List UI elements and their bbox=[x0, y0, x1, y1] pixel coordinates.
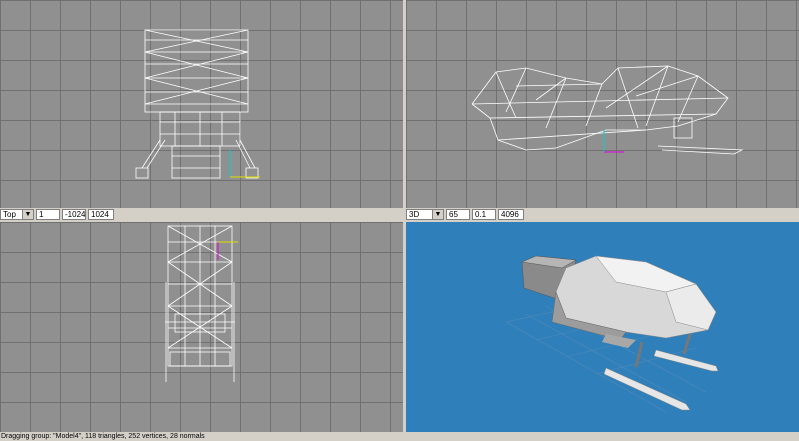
viewport-front[interactable] bbox=[0, 0, 403, 208]
viewport-3d[interactable] bbox=[406, 222, 799, 432]
toolbar-right: 3D ▼ 65 0.1 4096 bbox=[406, 208, 799, 222]
3d-model-render bbox=[505, 255, 719, 413]
view-select-left[interactable]: Top ▼ bbox=[0, 209, 34, 220]
front-wireframe bbox=[135, 29, 260, 179]
chevron-down-icon[interactable]: ▼ bbox=[432, 210, 443, 219]
near-clip-field[interactable]: 0.1 bbox=[472, 209, 496, 220]
side-wireframe bbox=[471, 65, 744, 155]
top-wireframe bbox=[165, 225, 238, 382]
toolbar-left: Top ▼ 1 -1024 1024 bbox=[0, 208, 403, 222]
view-select-left-value: Top bbox=[3, 210, 16, 219]
viewport-side[interactable] bbox=[406, 0, 799, 208]
far-clip-field[interactable]: 4096 bbox=[498, 209, 524, 220]
max-field-left[interactable]: 1024 bbox=[88, 209, 114, 220]
status-bar: Dragging group: "Model4", 118 triangles,… bbox=[1, 433, 205, 440]
view-select-right-value: 3D bbox=[409, 210, 420, 219]
min-field-left[interactable]: -1024 bbox=[62, 209, 86, 220]
viewport-top[interactable] bbox=[0, 222, 403, 432]
fov-field[interactable]: 65 bbox=[446, 209, 470, 220]
grid-size-field-left[interactable]: 1 bbox=[36, 209, 60, 220]
chevron-down-icon[interactable]: ▼ bbox=[22, 210, 33, 219]
view-select-right[interactable]: 3D ▼ bbox=[406, 209, 444, 220]
